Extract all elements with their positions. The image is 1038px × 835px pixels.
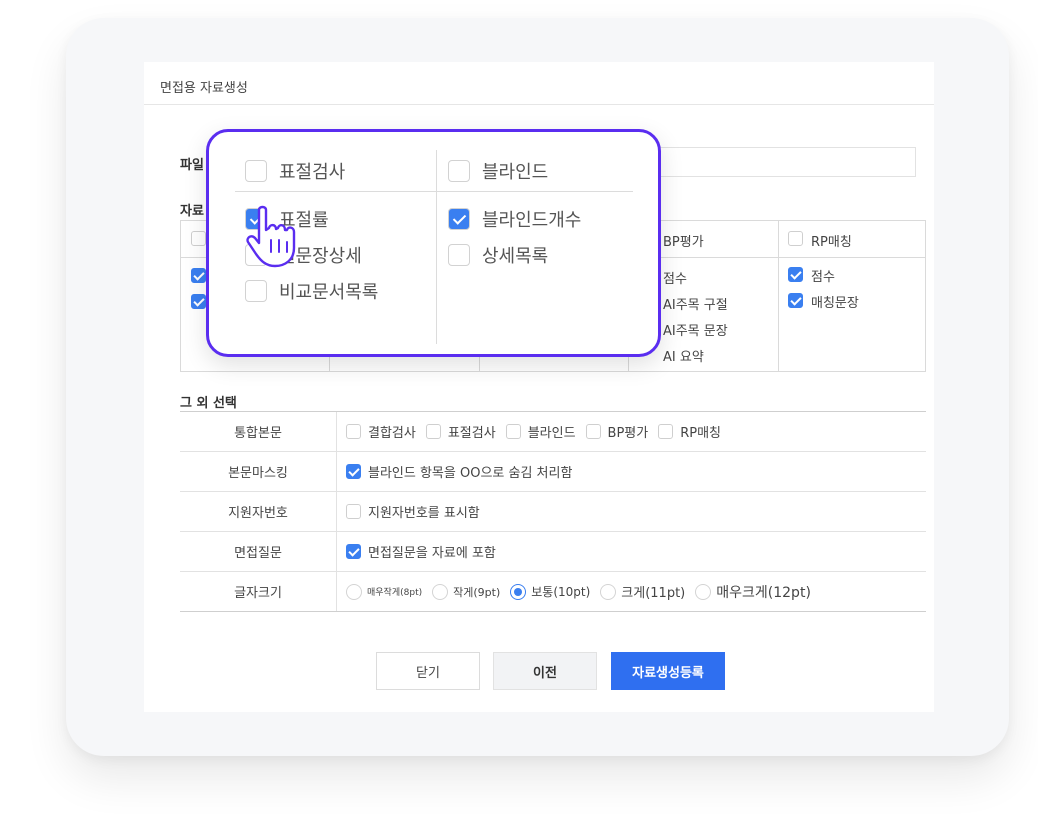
checkbox[interactable] bbox=[505, 424, 521, 439]
blind-header[interactable]: 블라인드 bbox=[448, 158, 548, 184]
merged-option-blind[interactable]: 블라인드 bbox=[505, 422, 576, 441]
option-row-font-size: 글자크기 매우작게(8pt) 작게(9pt) 보통(10pt) 크게(11pt)… bbox=[180, 572, 926, 611]
bp-item-ai-phrase: AI주목 구절 bbox=[663, 298, 728, 313]
file-label: 파일 bbox=[180, 158, 204, 173]
blind-count-option[interactable]: 블라인드개수 bbox=[448, 206, 581, 232]
option-row-label: 본문마스킹 bbox=[180, 452, 337, 491]
option-row-label: 지원자번호 bbox=[180, 492, 337, 531]
checkbox[interactable] bbox=[658, 424, 674, 439]
radio[interactable] bbox=[695, 583, 712, 600]
font-size-large[interactable]: 크게(11pt) bbox=[600, 582, 685, 601]
checkbox[interactable] bbox=[425, 424, 441, 439]
option-row-interview-question: 면접질문 면접질문을 자료에 포함 bbox=[180, 532, 926, 572]
create-material-button[interactable]: 자료생성등록 bbox=[611, 652, 725, 690]
applicant-no-option[interactable]: 지원자번호를 표시함 bbox=[346, 502, 480, 521]
option-row-label: 면접질문 bbox=[180, 532, 337, 571]
rp-header-label: RP매칭 bbox=[811, 235, 852, 250]
bp-item-ai-sentence: AI주목 문장 bbox=[663, 324, 728, 339]
callout-divider-vertical bbox=[436, 150, 437, 344]
checkbox[interactable] bbox=[448, 160, 470, 182]
masking-option[interactable]: 블라인드 항목을 OO으로 숨김 처리함 bbox=[346, 462, 572, 481]
category-item-checkbox[interactable] bbox=[191, 268, 206, 283]
bp-item-ai-summary: AI 요약 bbox=[663, 350, 704, 365]
checkbox[interactable] bbox=[448, 244, 470, 266]
file-name-input[interactable] bbox=[654, 147, 916, 177]
option-row-merged: 통합본문 결합검사 표절검사 블라인드 BP평가 RP매칭 bbox=[180, 412, 926, 452]
font-size-xlarge[interactable]: 매우크게(12pt) bbox=[695, 582, 811, 602]
blind-detail-option[interactable]: 상세목록 bbox=[448, 242, 548, 268]
plagiarism-header[interactable]: 표절검사 bbox=[245, 158, 345, 184]
font-size-xsmall[interactable]: 매우작게(8pt) bbox=[346, 583, 422, 600]
bp-item-score: 점수 bbox=[663, 272, 687, 287]
category-checkbox[interactable] bbox=[191, 231, 206, 246]
checkbox[interactable] bbox=[346, 504, 361, 519]
merged-option-rp[interactable]: RP매칭 bbox=[658, 422, 721, 441]
category-label: 자료 bbox=[180, 204, 204, 219]
radio[interactable] bbox=[600, 583, 617, 600]
option-row-masking: 본문마스킹 블라인드 항목을 OO으로 숨김 처리함 bbox=[180, 452, 926, 492]
merged-option-plagiarism[interactable]: 표절검사 bbox=[425, 422, 496, 441]
category-item-checkbox[interactable] bbox=[191, 294, 206, 309]
option-row-applicant-no: 지원자번호 지원자번호를 표시함 bbox=[180, 492, 926, 532]
rp-score-label: 점수 bbox=[811, 270, 835, 285]
checkbox[interactable] bbox=[245, 280, 267, 302]
radio[interactable] bbox=[432, 583, 449, 600]
checkbox[interactable] bbox=[346, 424, 361, 439]
compare-docs-option[interactable]: 비교문서목록 bbox=[245, 278, 378, 304]
other-options-table: 통합본문 결합검사 표절검사 블라인드 BP평가 RP매칭 본문마스킹 블라인드… bbox=[180, 411, 926, 612]
pointer-hand-icon bbox=[246, 205, 296, 268]
rp-matching-label: 매칭문장 bbox=[811, 296, 859, 311]
option-row-label: 통합본문 bbox=[180, 412, 337, 451]
interview-question-option[interactable]: 면접질문을 자료에 포함 bbox=[346, 542, 496, 561]
font-size-normal[interactable]: 보통(10pt) bbox=[510, 583, 590, 600]
bp-header-label: BP평가 bbox=[663, 235, 704, 250]
title-divider bbox=[144, 104, 934, 105]
checkbox[interactable] bbox=[585, 424, 601, 439]
font-size-small[interactable]: 작게(9pt) bbox=[432, 583, 500, 600]
callout-divider-horizontal bbox=[235, 191, 633, 192]
radio-selected[interactable] bbox=[510, 583, 527, 600]
checkbox[interactable] bbox=[346, 544, 361, 559]
close-button[interactable]: 닫기 bbox=[376, 652, 480, 690]
dialog-title: 면접용 자료생성 bbox=[160, 81, 248, 96]
rp-matching-checkbox[interactable] bbox=[788, 293, 803, 308]
column-divider bbox=[778, 221, 779, 371]
option-row-label: 글자크기 bbox=[180, 572, 337, 611]
rp-score-checkbox[interactable] bbox=[788, 267, 803, 282]
merged-option-bp[interactable]: BP평가 bbox=[585, 422, 648, 441]
checkbox[interactable] bbox=[245, 160, 267, 182]
rp-header-checkbox[interactable] bbox=[788, 231, 803, 246]
checkbox[interactable] bbox=[346, 464, 361, 479]
checkbox[interactable] bbox=[448, 208, 470, 230]
radio[interactable] bbox=[346, 583, 362, 600]
merged-option-check[interactable]: 결합검사 bbox=[346, 422, 416, 441]
other-section-label: 그 외 선택 bbox=[180, 396, 237, 411]
prev-button[interactable]: 이전 bbox=[493, 652, 597, 690]
